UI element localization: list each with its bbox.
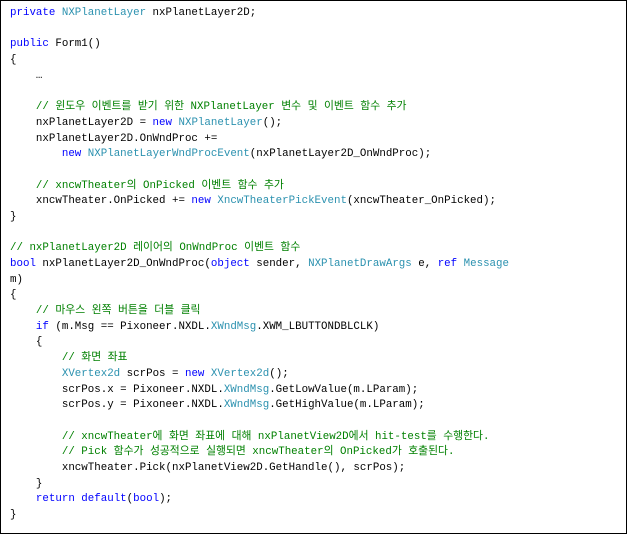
code-line: xncwTheater.OnPicked += new XncwTheaterP…: [10, 194, 509, 210]
code-text: .GetLowValue(m.LParam);: [269, 383, 419, 396]
code-text: (xncwTheater_OnPicked);: [346, 195, 496, 208]
code-comment: // 마우스 왼쪽 버튼을 더블 클릭: [10, 305, 201, 318]
code-line: scrPos.y = Pixoneer.NXDL.XWndMsg.GetHigh…: [10, 398, 509, 414]
code-type-name: XWndMsg: [223, 399, 270, 412]
code-line: m): [10, 273, 509, 289]
code-line: if (m.Msg == Pixoneer.NXDL.XWndMsg.XWM_L…: [10, 320, 509, 336]
code-comment: // xncwTheater의 OnPicked 이벤트 함수 추가: [10, 179, 284, 192]
code-keyword: object: [210, 258, 250, 270]
code-text: scrPos.x = Pixoneer.NXDL.: [10, 383, 224, 396]
code-text: nxPlanetLayer2D;: [146, 7, 257, 19]
code-type-name: XWndMsg: [210, 320, 257, 333]
code-type-name: NXPlanetLayer: [178, 116, 263, 129]
code-line: xncwTheater.Pick(nxPlanetView2D.GetHandl…: [10, 461, 509, 477]
code-text: xncwTheater.Pick(nxPlanetView2D.GetHandl…: [10, 461, 406, 474]
code-type-name: NXPlanetLayer: [61, 7, 147, 19]
code-block: private NXPlanetLayer nxPlanetLayer2D; p…: [10, 6, 509, 524]
code-keyword: bool: [133, 493, 160, 506]
code-line: return default(bool);: [10, 492, 509, 508]
code-text: {: [10, 336, 43, 349]
code-type-name: NXPlanetDrawArgs: [308, 258, 412, 270]
code-line: }: [10, 210, 509, 226]
code-text: m): [10, 273, 23, 286]
code-type-name: XncwTheaterPickEvent: [217, 195, 347, 208]
code-line: public Form1(): [10, 37, 509, 53]
code-line: {: [10, 288, 509, 304]
code-listing-box: private NXPlanetLayer nxPlanetLayer2D; p…: [0, 0, 627, 534]
code-line: // 윈도우 이벤트를 받기 위한 NXPlanetLayer 변수 및 이벤트…: [10, 100, 509, 116]
code-line: // xncwTheater에 화면 좌표에 대해 nxPlanetView2D…: [10, 430, 509, 446]
code-text: nxPlanetLayer2D =: [10, 116, 153, 129]
code-text: e,: [411, 258, 438, 270]
code-comment: // xncwTheater에 화면 좌표에 대해 nxPlanetView2D…: [10, 430, 490, 443]
code-line: scrPos.x = Pixoneer.NXDL.XWndMsg.GetLowV…: [10, 383, 509, 399]
code-comment: // 윈도우 이벤트를 받기 위한 NXPlanetLayer 변수 및 이벤트…: [10, 101, 407, 114]
code-type-name: XVertex2d: [210, 367, 270, 380]
code-keyword: new: [184, 367, 205, 380]
code-text: }: [10, 477, 43, 490]
code-line: nxPlanetLayer2D.OnWndProc +=: [10, 132, 509, 148]
code-keyword: new: [152, 116, 172, 129]
code-keyword: ref: [437, 258, 458, 270]
code-line: {: [10, 53, 509, 69]
code-line: // 마우스 왼쪽 버튼을 더블 클릭: [10, 304, 509, 320]
code-line: // xncwTheater의 OnPicked 이벤트 함수 추가: [10, 179, 509, 195]
code-line: }: [10, 508, 509, 524]
code-text: }: [10, 210, 17, 223]
code-type-name: Message: [463, 258, 509, 270]
code-keyword: if: [35, 320, 49, 333]
code-type-name: NXPlanetLayerWndProcEvent: [87, 148, 250, 161]
code-comment: // nxPlanetLayer2D 레이어의 OnWndProc 이벤트 함수: [10, 242, 301, 255]
code-text: {: [10, 54, 17, 67]
code-line: {: [10, 335, 509, 351]
code-keyword: return: [35, 493, 75, 506]
code-line: // Pick 함수가 성공적으로 실행되면 xncwTheater의 OnPi…: [10, 445, 509, 461]
code-comment: // Pick 함수가 성공적으로 실행되면 xncwTheater의 OnPi…: [10, 446, 455, 459]
code-line: private NXPlanetLayer nxPlanetLayer2D;: [10, 6, 509, 22]
code-line: // 화면 좌표: [10, 351, 509, 367]
code-keyword: new: [191, 195, 211, 208]
code-text: (m.Msg == Pixoneer.NXDL.: [48, 320, 211, 333]
code-keyword: private: [10, 7, 56, 19]
code-text: …: [10, 69, 43, 82]
code-text: sender,: [249, 258, 309, 270]
code-type-name: XVertex2d: [61, 367, 121, 380]
code-text: .GetHighValue(m.LParam);: [269, 399, 425, 412]
code-type-name: XWndMsg: [223, 383, 270, 396]
code-text: );: [159, 493, 173, 506]
code-line: XVertex2d scrPos = new XVertex2d();: [10, 367, 509, 383]
code-text: Form1(): [48, 38, 101, 51]
code-text: nxPlanetLayer2D.OnWndProc +=: [10, 132, 218, 145]
code-text: ();: [269, 367, 289, 380]
code-keyword: default: [81, 493, 127, 506]
code-line: new NXPlanetLayerWndProcEvent(nxPlanetLa…: [10, 147, 509, 163]
code-line: …: [10, 69, 509, 85]
code-keyword: public: [10, 38, 49, 51]
code-line: bool nxPlanetLayer2D_OnWndProc(object se…: [10, 257, 509, 273]
code-text: nxPlanetLayer2D_OnWndProc(: [35, 258, 211, 270]
code-line: // nxPlanetLayer2D 레이어의 OnWndProc 이벤트 함수: [10, 241, 509, 257]
code-text: scrPos =: [120, 367, 185, 380]
code-text: }: [10, 509, 17, 521]
code-comment: // 화면 좌표: [10, 352, 128, 365]
code-text: ();: [262, 116, 283, 129]
code-text: scrPos.y = Pixoneer.NXDL.: [10, 399, 224, 412]
code-line: nxPlanetLayer2D = new NXPlanetLayer();: [10, 116, 509, 132]
code-text: {: [10, 289, 17, 302]
code-text: xncwTheater.OnPicked +=: [10, 195, 192, 208]
code-text: (nxPlanetLayer2D_OnWndProc);: [249, 148, 432, 161]
code-text: .XWM_LBUTTONDBLCLK): [256, 320, 380, 333]
code-line: }: [10, 477, 509, 493]
code-keyword: new: [61, 148, 82, 161]
code-keyword: bool: [10, 258, 36, 270]
